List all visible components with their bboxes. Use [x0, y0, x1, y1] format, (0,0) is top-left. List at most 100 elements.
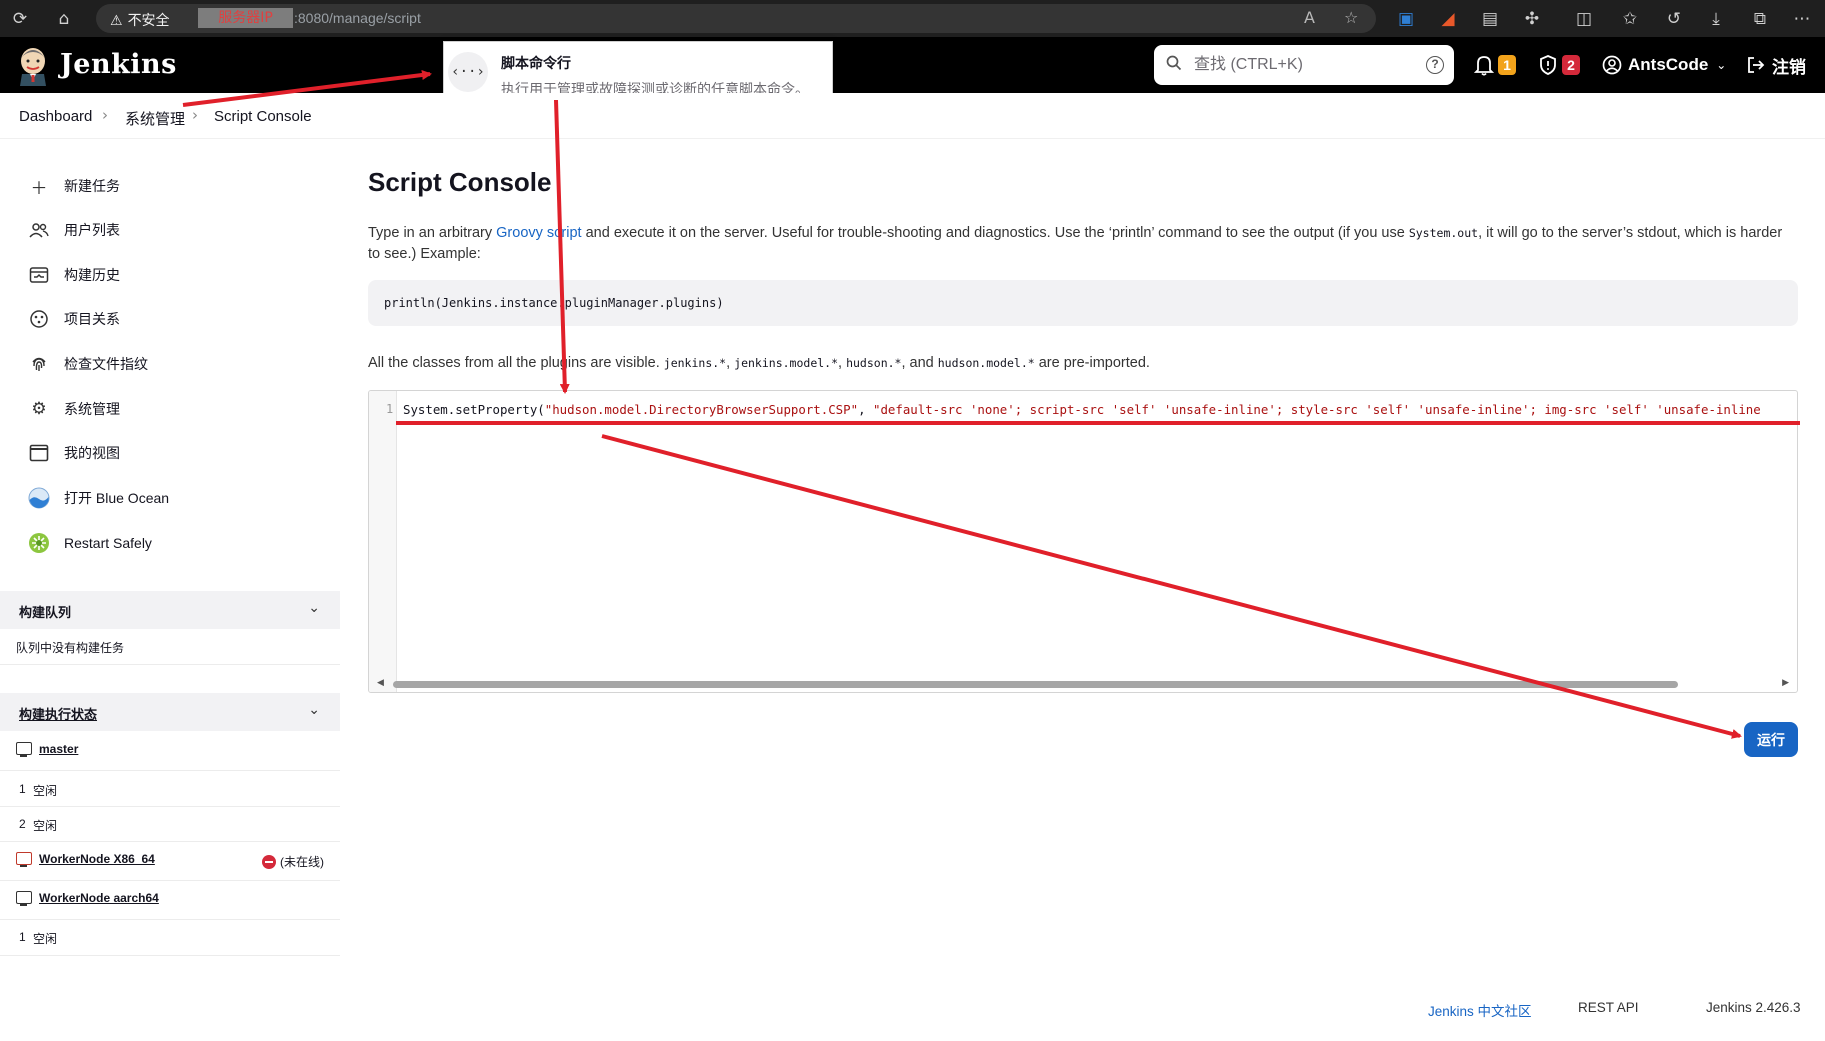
- node-link-workernode-x86[interactable]: WorkerNode X86_64: [39, 852, 155, 866]
- search-input[interactable]: [1194, 53, 1414, 77]
- sidebar-item-build-history[interactable]: 构建历史: [28, 260, 120, 290]
- blue-ocean-icon: [28, 487, 50, 509]
- breadcrumb-manage[interactable]: 系统管理: [125, 108, 185, 129]
- popup-title: 脚本命令行: [501, 55, 571, 71]
- node-link-master[interactable]: master: [39, 742, 78, 756]
- translate-extension-icon[interactable]: ▣: [1396, 9, 1416, 29]
- sidebar-item-manage-jenkins[interactable]: ⚙ 系统管理: [28, 394, 120, 424]
- sidebar-item-label: 系统管理: [64, 401, 120, 417]
- inline-code: hudson.*: [846, 356, 902, 370]
- node-link-workernode-aarch64[interactable]: WorkerNode aarch64: [39, 891, 159, 905]
- swift-extension-icon[interactable]: ◢: [1438, 9, 1458, 29]
- read-aloud-icon[interactable]: A: [1304, 8, 1315, 27]
- inline-code: jenkins.*: [663, 356, 727, 370]
- sidebar-item-label: 项目关系: [64, 311, 120, 327]
- fingerprint-icon: [28, 353, 50, 375]
- chevron-down-icon[interactable]: ⌄: [308, 702, 320, 718]
- split-screen-icon[interactable]: ◫: [1574, 9, 1594, 29]
- divider: [0, 664, 340, 665]
- extensions-icon[interactable]: ✣: [1522, 9, 1542, 29]
- reload-icon[interactable]: ⟳: [10, 9, 30, 29]
- offline-status: (未在线): [262, 853, 324, 870]
- site-security-indicator[interactable]: ⚠ 不安全: [110, 10, 170, 30]
- chevron-down-icon[interactable]: ⌄: [308, 600, 320, 616]
- breadcrumb-script-console[interactable]: Script Console: [214, 108, 312, 125]
- divider: [0, 955, 340, 956]
- favorites-icon[interactable]: ✩: [1620, 9, 1640, 29]
- breadcrumb: Dashboard › 系统管理 › Script Console: [0, 93, 1825, 139]
- scroll-right-icon[interactable]: ▶: [1782, 678, 1789, 688]
- logout-button[interactable]: 注销: [1746, 51, 1806, 79]
- divider: [0, 880, 340, 881]
- sidebar-item-restart-safely[interactable]: Restart Safely: [28, 528, 152, 558]
- bell-icon: [1474, 56, 1494, 76]
- code-token: ,: [858, 402, 873, 417]
- sidebar-item-blue-ocean[interactable]: 打开 Blue Ocean: [28, 483, 169, 513]
- sidebar-item-label: 用户列表: [64, 222, 120, 238]
- insecure-label: 不安全: [127, 13, 170, 29]
- computer-icon: [16, 742, 32, 757]
- scrollbar-thumb[interactable]: [393, 681, 1678, 688]
- scroll-left-icon[interactable]: ◀: [377, 678, 384, 688]
- example-code-block: println(Jenkins.instance.pluginManager.p…: [368, 280, 1798, 326]
- sidebar-item-new-job[interactable]: ＋ 新建任务: [28, 171, 121, 201]
- gear-icon: ⚙: [31, 399, 47, 419]
- run-button[interactable]: 运行: [1744, 722, 1798, 757]
- more-menu-icon[interactable]: ⋯: [1792, 9, 1812, 29]
- executors-title[interactable]: 构建执行状态: [19, 704, 97, 723]
- breadcrumb-separator-icon: ›: [192, 106, 198, 124]
- restart-icon: [28, 532, 50, 554]
- home-icon[interactable]: ⌂: [54, 9, 74, 29]
- divider: [0, 806, 340, 807]
- horizontal-scrollbar[interactable]: ◀ ▶: [377, 678, 1789, 689]
- favorite-star-icon[interactable]: ☆: [1344, 8, 1358, 27]
- shield-icon: [1540, 55, 1556, 75]
- notifications-button[interactable]: 1: [1474, 51, 1516, 79]
- executor-number: 1: [19, 782, 26, 796]
- sidebar-item-my-views[interactable]: 我的视图: [28, 438, 120, 468]
- computer-icon: [16, 891, 32, 906]
- brand-title: Jenkins: [60, 49, 177, 80]
- inline-code: hudson.model.*: [937, 356, 1035, 370]
- divider: [0, 841, 340, 842]
- code-line[interactable]: System.setProperty("hudson.model.Directo…: [403, 402, 1761, 417]
- security-warnings-button[interactable]: 2: [1538, 51, 1580, 79]
- executors-header[interactable]: 构建执行状态 ⌄: [0, 693, 340, 731]
- search-box[interactable]: ?: [1154, 45, 1454, 85]
- breadcrumb-dashboard[interactable]: Dashboard: [19, 108, 92, 125]
- window-icon: [28, 442, 50, 464]
- url-path: :8080/manage/script: [294, 10, 421, 26]
- description-text: ,: [726, 355, 735, 371]
- line-number: 1: [386, 402, 394, 416]
- footer-rest-api-link[interactable]: REST API: [1578, 1000, 1639, 1015]
- sidebar-item-people[interactable]: 用户列表: [28, 215, 120, 245]
- screenshot-icon[interactable]: ⧉: [1750, 9, 1770, 29]
- code-string: "default-src 'none'; script-src 'self' '…: [872, 402, 1761, 417]
- plus-icon: ＋: [30, 178, 48, 199]
- user-name: AntsCode: [1628, 55, 1709, 74]
- user-menu[interactable]: AntsCode ⌄: [1602, 51, 1726, 79]
- code-string: "hudson.model.DirectoryBrowserSupport.CS…: [544, 402, 859, 417]
- search-icon: [1166, 55, 1182, 71]
- dictionary-extension-icon[interactable]: ▤: [1480, 9, 1500, 29]
- history-icon: [28, 264, 50, 286]
- groovy-script-link[interactable]: Groovy script: [496, 225, 581, 241]
- sidebar-item-label: 新建任务: [64, 178, 120, 194]
- jenkins-header: Jenkins ? 1 2 AntsCode ⌄: [0, 37, 1825, 93]
- build-queue-header[interactable]: 构建队列 ⌄: [0, 591, 340, 629]
- sidebar-item-fingerprint[interactable]: 检查文件指纹: [28, 349, 148, 379]
- script-editor[interactable]: 1 System.setProperty("hudson.model.Direc…: [368, 390, 1798, 693]
- description-text: are pre-imported.: [1034, 355, 1150, 371]
- sidebar-item-project-relationship[interactable]: 项目关系: [28, 304, 120, 334]
- offline-computer-icon: [16, 852, 32, 867]
- imports-description: All the classes from all the plugins are…: [368, 355, 1150, 371]
- search-help-icon[interactable]: ?: [1426, 56, 1444, 74]
- footer-version[interactable]: Jenkins 2.426.3: [1706, 1000, 1801, 1015]
- footer-community-link[interactable]: Jenkins 中文社区: [1428, 1000, 1532, 1020]
- history-browser-icon[interactable]: ↺: [1664, 9, 1684, 29]
- address-bar[interactable]: ⚠ 不安全 服务器IP :8080/manage/script A ☆: [96, 4, 1376, 33]
- downloads-icon[interactable]: ⤓: [1706, 9, 1726, 29]
- breadcrumb-separator-icon: ›: [102, 106, 108, 124]
- description: Type in an arbitrary Groovy script and e…: [368, 223, 1798, 265]
- sidebar-item-label: 打开 Blue Ocean: [64, 490, 170, 506]
